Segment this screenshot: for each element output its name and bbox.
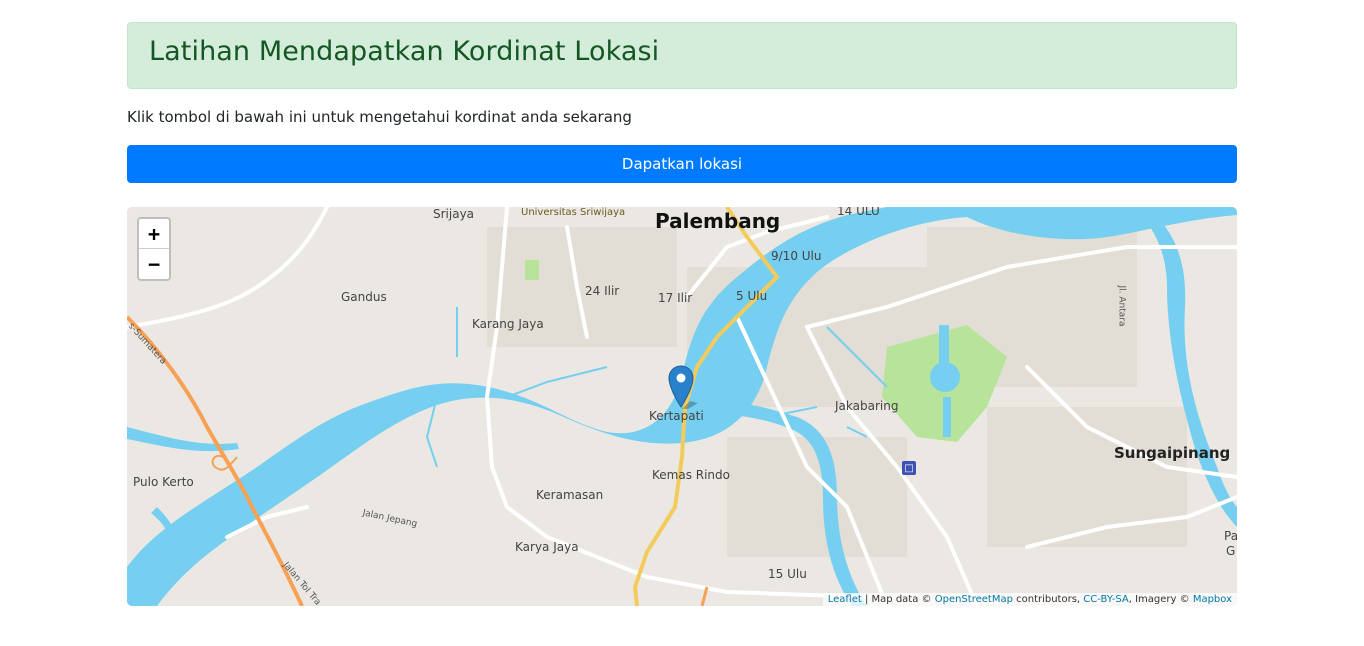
place-17-ilir: 17 Ilir <box>658 291 693 305</box>
place-14-ulu: 14 ULU <box>837 207 880 218</box>
place-karya-jaya: Karya Jaya <box>515 540 579 554</box>
place-jakabaring: Jakabaring <box>835 399 899 413</box>
place-edge-g: G <box>1226 544 1236 558</box>
license-link[interactable]: CC-BY-SA <box>1083 594 1128 605</box>
place-karang-jaya: Karang Jaya <box>472 317 544 331</box>
map-attribution: Leaflet | Map data © OpenStreetMap contr… <box>822 593 1237 606</box>
road-jl-antara: Jl. Antara <box>1116 285 1127 327</box>
map-view[interactable]: + − Palembang Srijaya Universitas Sriwij… <box>127 207 1237 606</box>
place-palembang: Palembang <box>655 209 781 233</box>
place-universitas: Universitas Sriwijaya <box>521 207 626 218</box>
osm-link[interactable]: OpenStreetMap <box>935 594 1013 605</box>
intro-text: Klik tombol di bawah ini untuk mengetahu… <box>127 108 632 126</box>
place-15-ulu: 15 Ulu <box>768 567 807 581</box>
place-9-10-ulu: 9/10 Ulu <box>771 249 822 263</box>
place-edge-pa: Pa <box>1224 529 1237 543</box>
header-alert: Latihan Mendapatkan Kordinat Lokasi <box>127 22 1237 89</box>
place-5-ulu: 5 Ulu <box>736 289 768 303</box>
place-gandus: Gandus <box>341 290 387 304</box>
zoom-in-button[interactable]: + <box>139 219 169 249</box>
place-srijaya: Srijaya <box>433 207 475 221</box>
zoom-control: + − <box>137 217 171 281</box>
leaflet-link[interactable]: Leaflet <box>828 594 862 605</box>
map-data-text: | Map data © <box>864 594 932 605</box>
imagery-text: , Imagery © <box>1128 594 1190 605</box>
mapbox-link[interactable]: Mapbox <box>1193 594 1232 605</box>
get-location-button[interactable]: Dapatkan lokasi <box>127 145 1237 183</box>
train-station-icon: □ <box>902 461 916 475</box>
place-kemas-rindo: Kemas Rindo <box>652 468 730 482</box>
place-kertapati: Kertapati <box>649 409 704 423</box>
place-keramasan: Keramasan <box>536 488 604 502</box>
place-24-ilir: 24 Ilir <box>585 284 620 298</box>
location-marker-icon[interactable] <box>668 365 698 409</box>
zoom-out-button[interactable]: − <box>139 249 169 279</box>
page-title: Latihan Mendapatkan Kordinat Lokasi <box>149 36 660 67</box>
place-pulo-kerto: Pulo Kerto <box>133 475 194 489</box>
place-sungaipinang: Sungaipinang <box>1114 444 1231 462</box>
contributors-text: contributors, <box>1016 594 1081 605</box>
